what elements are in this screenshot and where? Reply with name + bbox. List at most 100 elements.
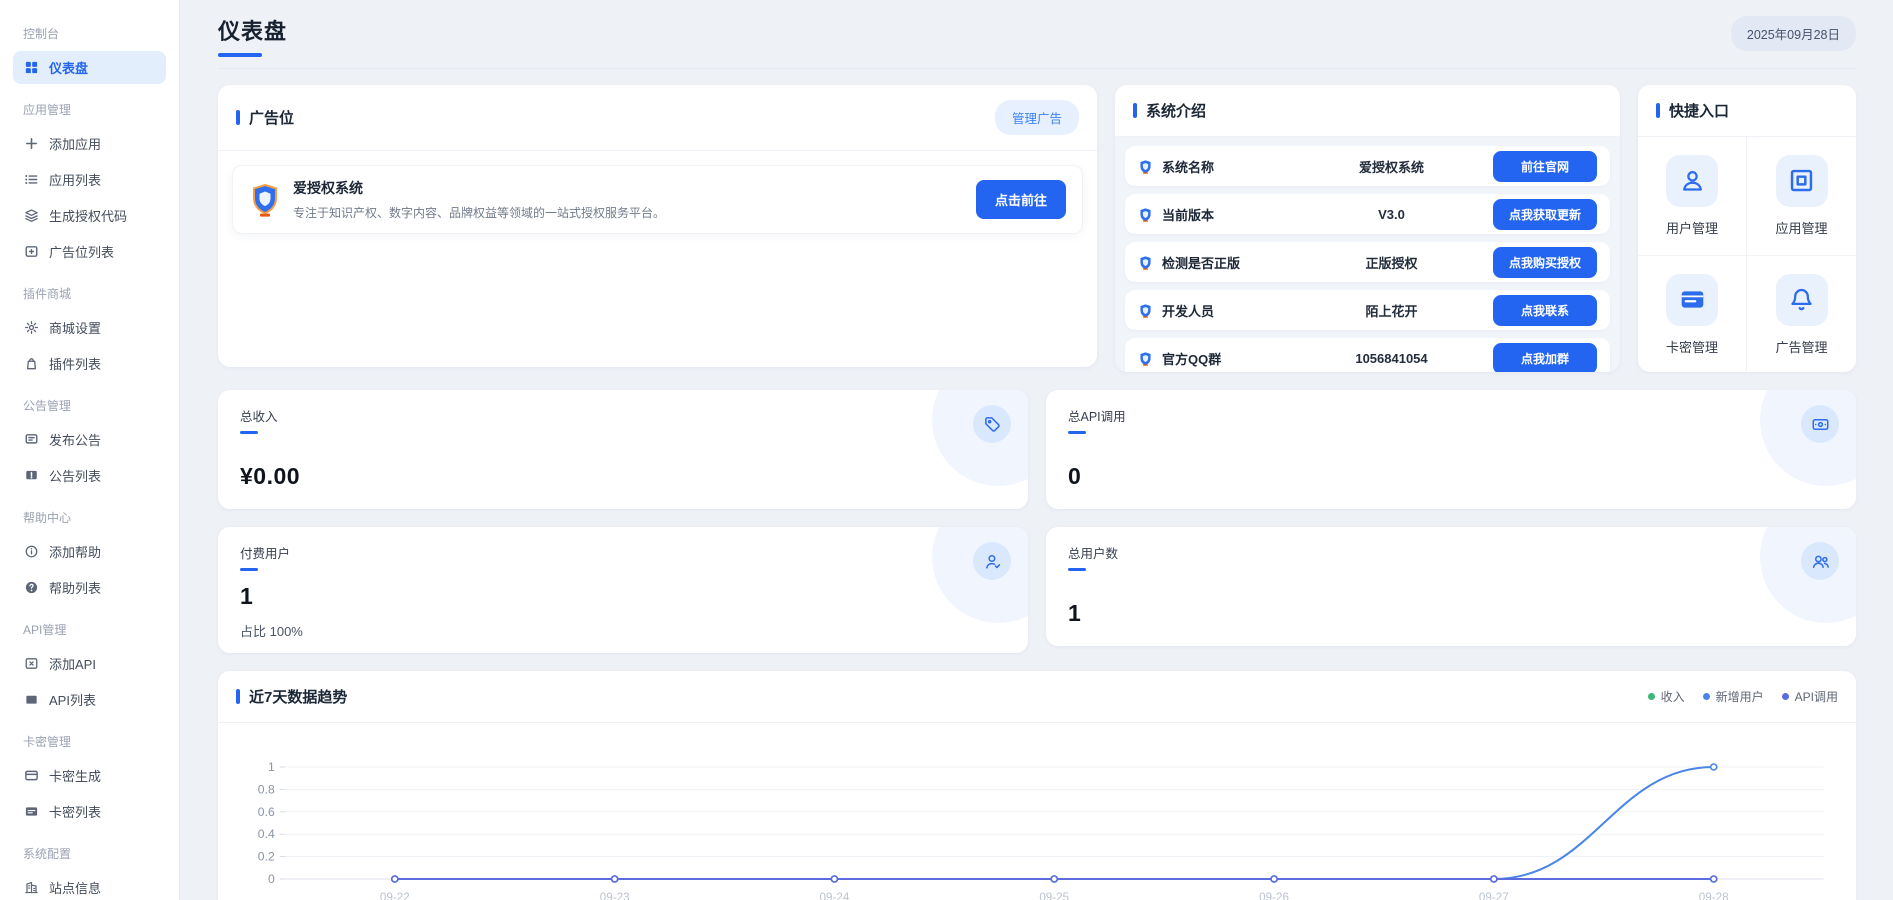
accent-bar — [1656, 103, 1660, 118]
system-row: 开发人员陌上花开点我联系 — [1125, 290, 1610, 330]
manage-ads-button[interactable]: 管理广告 — [995, 100, 1079, 135]
building-icon — [24, 880, 39, 895]
sidebar-item-dashboard[interactable]: 仪表盘 — [13, 51, 166, 84]
system-row-button[interactable]: 点我购买授权 — [1493, 247, 1597, 278]
sidebar-item-card[interactable]: 卡密生成 — [13, 759, 166, 792]
stat-value: ¥0.00 — [240, 463, 1006, 490]
svg-text:0.6: 0.6 — [258, 805, 275, 819]
quick-entry-user[interactable]: 用户管理 — [1638, 137, 1747, 256]
system-intro-card: 系统介绍 系统名称爱授权系统前往官网当前版本V3.0点我获取更新检测是否正版正版… — [1115, 85, 1620, 372]
legend-item[interactable]: 收入 — [1648, 688, 1685, 705]
quick-entry-title-wrap: 快捷入口 — [1656, 100, 1729, 121]
sidebar-item-label: 发布公告 — [49, 430, 101, 449]
legend-item[interactable]: API调用 — [1782, 688, 1838, 705]
sidebar-item-label: 商城设置 — [49, 318, 101, 337]
quick-entry-app[interactable]: 应用管理 — [1747, 137, 1856, 256]
chart-title: 近7天数据趋势 — [249, 686, 347, 707]
sidebar-item-label: 广告位列表 — [49, 242, 114, 261]
ad-item[interactable]: 爱授权系统 专注于知识产权、数字内容、品牌权益等领域的一站式授权服务平台。 点击… — [232, 165, 1083, 234]
quick-entry-card-solid[interactable]: 卡密管理 — [1638, 256, 1747, 373]
sidebar-item-label: 站点信息 — [49, 878, 101, 897]
shield-icon — [1138, 207, 1153, 222]
ad-card: 广告位 管理广告 爱授权系统 专注于知识产权、数字内容、品牌权益等领域的一站式授… — [218, 85, 1097, 367]
sidebar-item-info[interactable]: 添加帮助 — [13, 535, 166, 568]
stat-card-users: 总用户数1 — [1046, 527, 1856, 646]
dashboard-icon — [24, 60, 39, 75]
chart-card: 近7天数据趋势 收入 新增用户 API调用 00.20.40.60.8109-220… — [218, 671, 1856, 900]
sidebar-section-label: 系统配置 — [23, 845, 156, 862]
quick-entry-label: 用户管理 — [1666, 218, 1718, 237]
ad-card-title: 广告位 — [249, 107, 294, 128]
legend-dot — [1782, 693, 1789, 700]
card-lines-icon — [24, 804, 39, 819]
svg-text:09-27: 09-27 — [1479, 892, 1509, 900]
user-icon — [1666, 155, 1718, 207]
system-row: 官方QQ群1056841054点我加群 — [1125, 338, 1610, 372]
trend-chart: 00.20.40.60.8109-2209-2309-2409-2509-260… — [218, 723, 1856, 900]
svg-text:09-26: 09-26 — [1259, 892, 1289, 900]
system-row-label: 开发人员 — [1162, 301, 1290, 320]
sidebar-item-square-x[interactable]: 添加API — [13, 647, 166, 680]
sidebar-item-label: 帮助列表 — [49, 578, 101, 597]
quick-entry-bell[interactable]: 广告管理 — [1747, 256, 1856, 373]
shield-icon — [1138, 255, 1153, 270]
sidebar-item-question[interactable]: 帮助列表 — [13, 571, 166, 604]
sidebar-item-gear[interactable]: 商城设置 — [13, 311, 166, 344]
sidebar-section-label: 应用管理 — [23, 101, 156, 118]
stat-label-underline — [240, 431, 258, 434]
bag-icon — [24, 356, 39, 371]
system-row-button[interactable]: 点我获取更新 — [1493, 199, 1597, 230]
sidebar-item-card-lines[interactable]: 卡密列表 — [13, 795, 166, 828]
system-rows: 系统名称爱授权系统前往官网当前版本V3.0点我获取更新检测是否正版正版授权点我购… — [1115, 137, 1620, 372]
sidebar-item-chat[interactable]: 发布公告 — [13, 423, 166, 456]
svg-text:0.2: 0.2 — [258, 850, 275, 864]
system-row-button[interactable]: 前往官网 — [1493, 151, 1597, 182]
sidebar-item-label: 生成授权代码 — [49, 206, 127, 225]
sidebar-item-list[interactable]: 应用列表 — [13, 163, 166, 196]
ad-card-header: 广告位 管理广告 — [218, 85, 1097, 151]
sidebar-item-plus[interactable]: 添加应用 — [13, 127, 166, 160]
sidebar-section-label: 帮助中心 — [23, 509, 156, 526]
date-badge: 2025年09月28日 — [1731, 16, 1856, 51]
title-underline — [218, 53, 262, 57]
system-row-value: 1056841054 — [1290, 351, 1493, 366]
stat-sub: 占比 100% — [240, 621, 1006, 640]
legend-item[interactable]: 新增用户 — [1703, 688, 1764, 705]
quick-grid: 用户管理 应用管理卡密管理 广告管理 — [1638, 137, 1856, 372]
square-fill-icon — [24, 692, 39, 707]
sidebar-item-layers[interactable]: 生成授权代码 — [13, 199, 166, 232]
system-row-button[interactable]: 点我加群 — [1493, 343, 1597, 373]
users-icon — [1801, 542, 1839, 580]
ad-text: 爱授权系统 专注于知识产权、数字内容、品牌权益等领域的一站式授权服务平台。 — [293, 178, 964, 221]
stat-label-underline — [1068, 568, 1086, 571]
sidebar-item-label: 添加API — [49, 654, 96, 673]
accent-bar — [236, 689, 240, 704]
quick-entry-title: 快捷入口 — [1669, 100, 1729, 121]
sidebar-item-building[interactable]: 站点信息 — [13, 871, 166, 900]
stat-value: 1 — [1068, 600, 1834, 627]
ad-go-button[interactable]: 点击前往 — [976, 180, 1066, 219]
ad-description: 专注于知识产权、数字内容、品牌权益等领域的一站式授权服务平台。 — [293, 204, 964, 221]
quick-entry-card: 快捷入口 用户管理 应用管理卡密管理 广告管理 — [1638, 85, 1856, 372]
legend-dot — [1648, 693, 1655, 700]
sidebar-item-label: 添加应用 — [49, 134, 101, 153]
stat-card-banknote: 总API调用0 — [1046, 390, 1856, 509]
system-row-button[interactable]: 点我联系 — [1493, 295, 1597, 326]
chat-alert-icon — [24, 468, 39, 483]
system-row: 当前版本V3.0点我获取更新 — [1125, 194, 1610, 234]
sidebar-item-ad-square[interactable]: 广告位列表 — [13, 235, 166, 268]
sidebar-item-square-fill[interactable]: API列表 — [13, 683, 166, 716]
sidebar-item-chat-alert[interactable]: 公告列表 — [13, 459, 166, 492]
legend-label: 收入 — [1661, 688, 1685, 705]
chat-icon — [24, 432, 39, 447]
sidebar-item-bag[interactable]: 插件列表 — [13, 347, 166, 380]
card-icon — [24, 768, 39, 783]
accent-bar — [1133, 103, 1137, 118]
layers-icon — [24, 208, 39, 223]
user-check-icon — [973, 542, 1011, 580]
chart-title-wrap: 近7天数据趋势 — [236, 686, 347, 707]
ad-square-icon — [24, 244, 39, 259]
sidebar-item-label: 添加帮助 — [49, 542, 101, 561]
sidebar-section-label: 控制台 — [23, 25, 156, 42]
quick-entry-label: 卡密管理 — [1666, 337, 1718, 356]
